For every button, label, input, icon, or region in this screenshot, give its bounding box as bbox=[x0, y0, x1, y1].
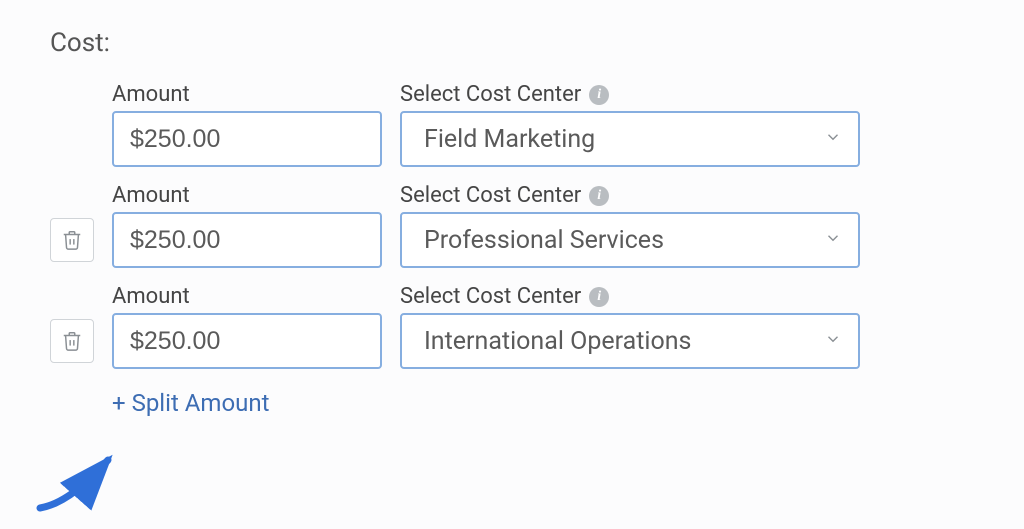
amount-field-group: Amount bbox=[112, 183, 382, 268]
amount-field-group: Amount bbox=[112, 82, 382, 167]
cost-center-field-group: Select Cost Center i Professional Servic… bbox=[400, 183, 860, 268]
cost-center-field-group: Select Cost Center i International Opera… bbox=[400, 284, 860, 369]
amount-label: Amount bbox=[112, 183, 382, 208]
split-amount-link[interactable]: + Split Amount bbox=[112, 389, 270, 417]
info-icon[interactable]: i bbox=[589, 186, 609, 206]
info-icon[interactable]: i bbox=[589, 287, 609, 307]
cost-center-select[interactable]: Professional Services bbox=[400, 212, 860, 268]
delete-row-button[interactable] bbox=[50, 319, 94, 363]
delete-slot bbox=[50, 313, 94, 369]
info-icon[interactable]: i bbox=[589, 85, 609, 105]
arrow-annotation bbox=[30, 448, 130, 522]
cost-center-label: Select Cost Center i bbox=[400, 82, 860, 107]
delete-slot bbox=[50, 212, 94, 268]
cost-center-label-text: Select Cost Center bbox=[400, 284, 581, 309]
cost-row: Amount Select Cost Center i Internationa… bbox=[50, 284, 974, 369]
cost-center-value: International Operations bbox=[424, 327, 691, 356]
cost-center-value: Field Marketing bbox=[424, 125, 595, 154]
delete-slot bbox=[50, 111, 94, 167]
cost-rows: Amount Select Cost Center i Field Market… bbox=[50, 82, 974, 369]
cost-center-label-text: Select Cost Center bbox=[400, 183, 581, 208]
cost-center-label-text: Select Cost Center bbox=[400, 82, 581, 107]
trash-icon bbox=[61, 229, 83, 251]
cost-row: Amount Select Cost Center i Professional… bbox=[50, 183, 974, 268]
amount-field-group: Amount bbox=[112, 284, 382, 369]
trash-icon bbox=[61, 330, 83, 352]
cost-center-field-group: Select Cost Center i Field Marketing bbox=[400, 82, 860, 167]
cost-center-label: Select Cost Center i bbox=[400, 183, 860, 208]
cost-center-label: Select Cost Center i bbox=[400, 284, 860, 309]
amount-label: Amount bbox=[112, 82, 382, 107]
delete-row-button[interactable] bbox=[50, 218, 94, 262]
cost-center-select[interactable]: Field Marketing bbox=[400, 111, 860, 167]
amount-input[interactable] bbox=[112, 212, 382, 268]
amount-input[interactable] bbox=[112, 111, 382, 167]
cost-center-value: Professional Services bbox=[424, 226, 664, 255]
cost-center-select[interactable]: International Operations bbox=[400, 313, 860, 369]
amount-input[interactable] bbox=[112, 313, 382, 369]
cost-row: Amount Select Cost Center i Field Market… bbox=[50, 82, 974, 167]
cost-section-label: Cost: bbox=[50, 28, 974, 58]
amount-label: Amount bbox=[112, 284, 382, 309]
